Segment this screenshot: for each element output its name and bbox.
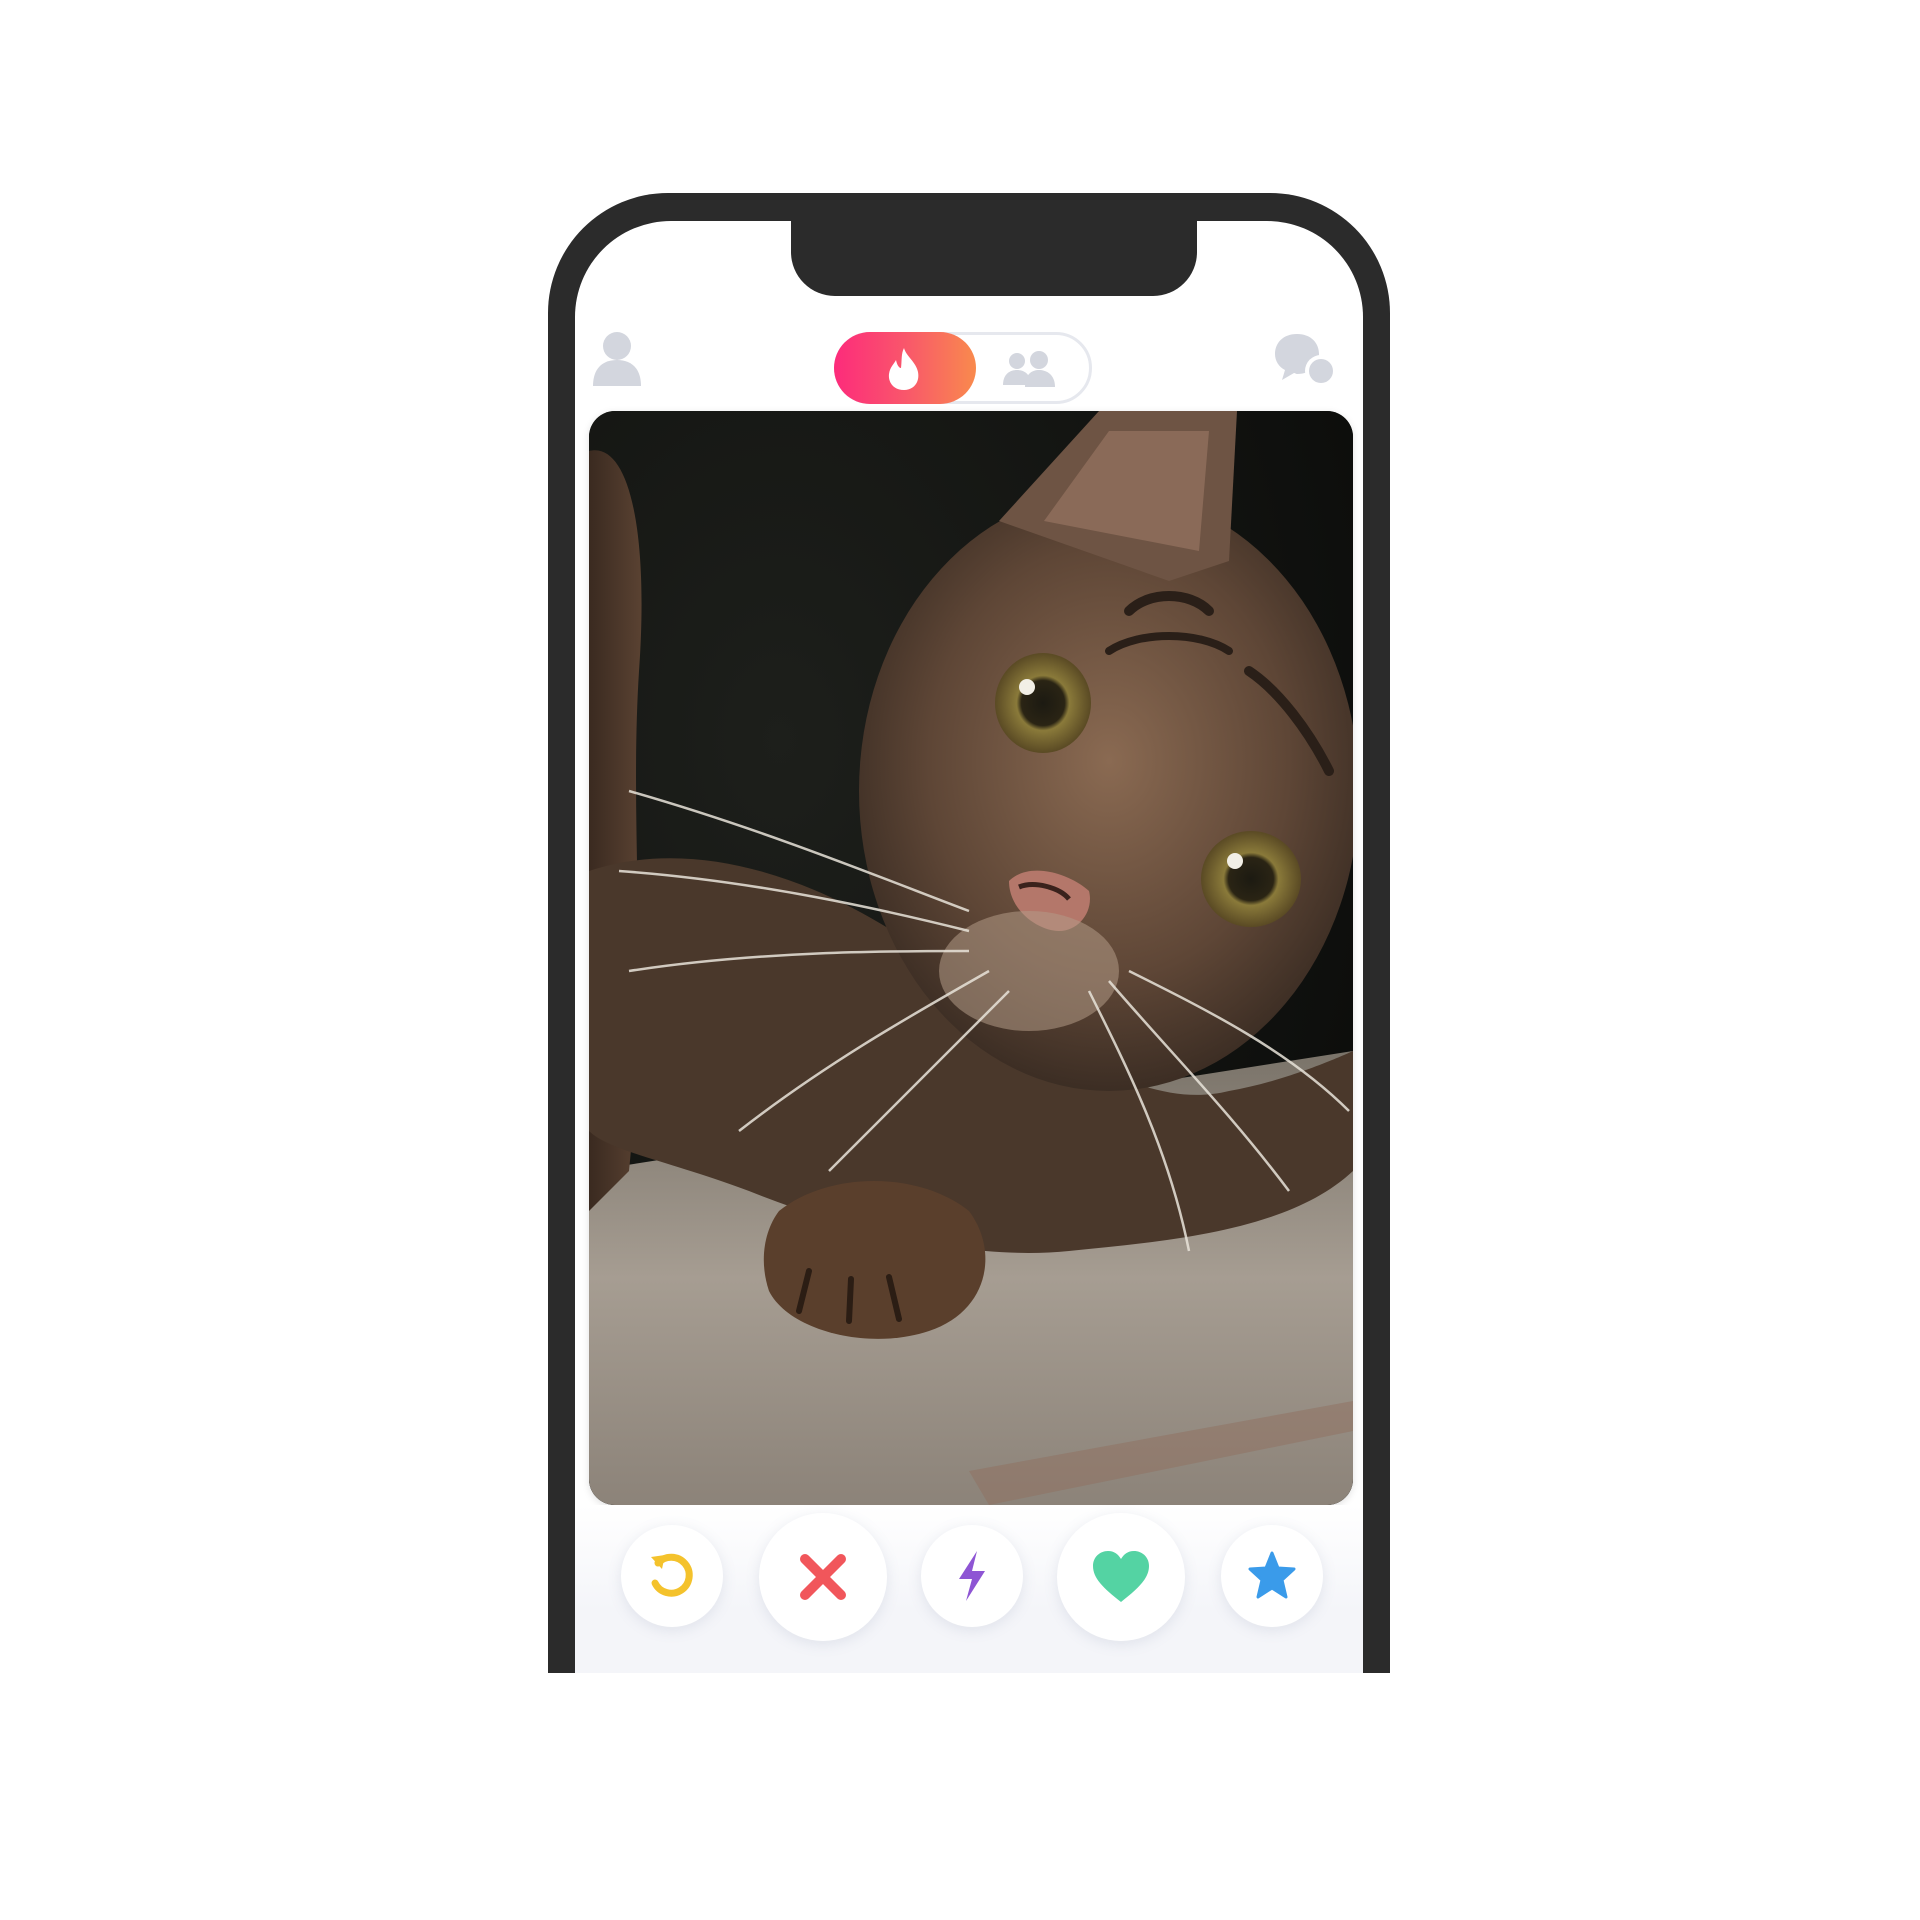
profile-card[interactable]: [589, 411, 1353, 1505]
phone-frame: [548, 193, 1390, 1673]
rewind-button[interactable]: [621, 1525, 723, 1627]
like-button[interactable]: [1057, 1513, 1185, 1641]
phone-notch: [791, 221, 1197, 296]
rewind-icon: [651, 1553, 693, 1597]
top-bar: [575, 309, 1363, 409]
profile-button[interactable]: [591, 330, 643, 388]
mode-toggle-active-discover[interactable]: [834, 332, 976, 404]
tabby-kitten-photo: [589, 411, 1353, 1505]
messages-button[interactable]: [1273, 330, 1339, 390]
mode-toggle[interactable]: [834, 332, 1092, 404]
action-bar: [575, 1505, 1363, 1673]
group-icon[interactable]: [999, 349, 1059, 389]
person-icon: [593, 332, 641, 386]
close-icon: [800, 1554, 846, 1600]
super-like-button[interactable]: [1221, 1525, 1323, 1627]
star-icon: [1248, 1551, 1296, 1599]
flame-icon: [888, 348, 919, 390]
boost-button[interactable]: [921, 1525, 1023, 1627]
nope-button[interactable]: [759, 1513, 887, 1641]
heart-icon: [1093, 1551, 1149, 1602]
chat-bubbles-icon: [1275, 334, 1337, 387]
app-screen: [575, 221, 1363, 1673]
lightning-icon: [959, 1551, 985, 1601]
